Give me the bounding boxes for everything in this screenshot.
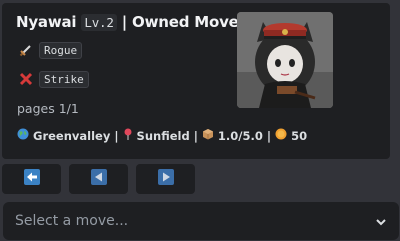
- character-portrait: [237, 12, 333, 108]
- coin-icon: [275, 128, 287, 143]
- triangle-left-icon: [90, 169, 107, 189]
- character-name: Nyawai: [16, 13, 77, 31]
- separator: |: [193, 128, 198, 143]
- coins-value: 50: [291, 128, 308, 143]
- embed-title: Nyawai Lv.2 | Owned Moves: [16, 13, 248, 31]
- stats-row: Greenvalley | Sunfield | 1.0/5.0 | 50: [17, 128, 307, 143]
- pin-icon: [123, 128, 133, 143]
- class-row: Rogue: [17, 41, 83, 59]
- previous-page-button[interactable]: [69, 164, 128, 194]
- town-name: Sunfield: [136, 128, 190, 143]
- triangle-right-icon: [157, 169, 174, 189]
- move-row: Strike: [17, 70, 89, 88]
- globe-icon: [17, 128, 29, 143]
- first-page-button[interactable]: [2, 164, 61, 194]
- separator: |: [114, 128, 119, 143]
- moves-embed: Nyawai Lv.2 | Owned Moves Rogue Strike p…: [2, 3, 390, 159]
- region-name: Greenvalley: [33, 128, 111, 143]
- title-suffix: | Owned Moves: [121, 13, 248, 31]
- back-arrow-icon: [23, 169, 40, 189]
- move-select[interactable]: Select a move...: [3, 202, 399, 240]
- select-placeholder: Select a move...: [15, 213, 129, 229]
- next-page-button[interactable]: [136, 164, 195, 194]
- class-tag: Rogue: [39, 41, 83, 59]
- package-icon: [202, 128, 214, 143]
- separator: |: [266, 128, 272, 143]
- level-badge: Lv.2: [81, 14, 117, 31]
- weight-value: 1.0/5.0: [217, 128, 263, 143]
- crossed-swords-icon: [17, 70, 35, 88]
- chevron-down-icon: [375, 215, 387, 231]
- page-indicator: pages 1/1: [17, 101, 79, 116]
- dagger-icon: [17, 41, 35, 59]
- move-tag: Strike: [39, 70, 89, 88]
